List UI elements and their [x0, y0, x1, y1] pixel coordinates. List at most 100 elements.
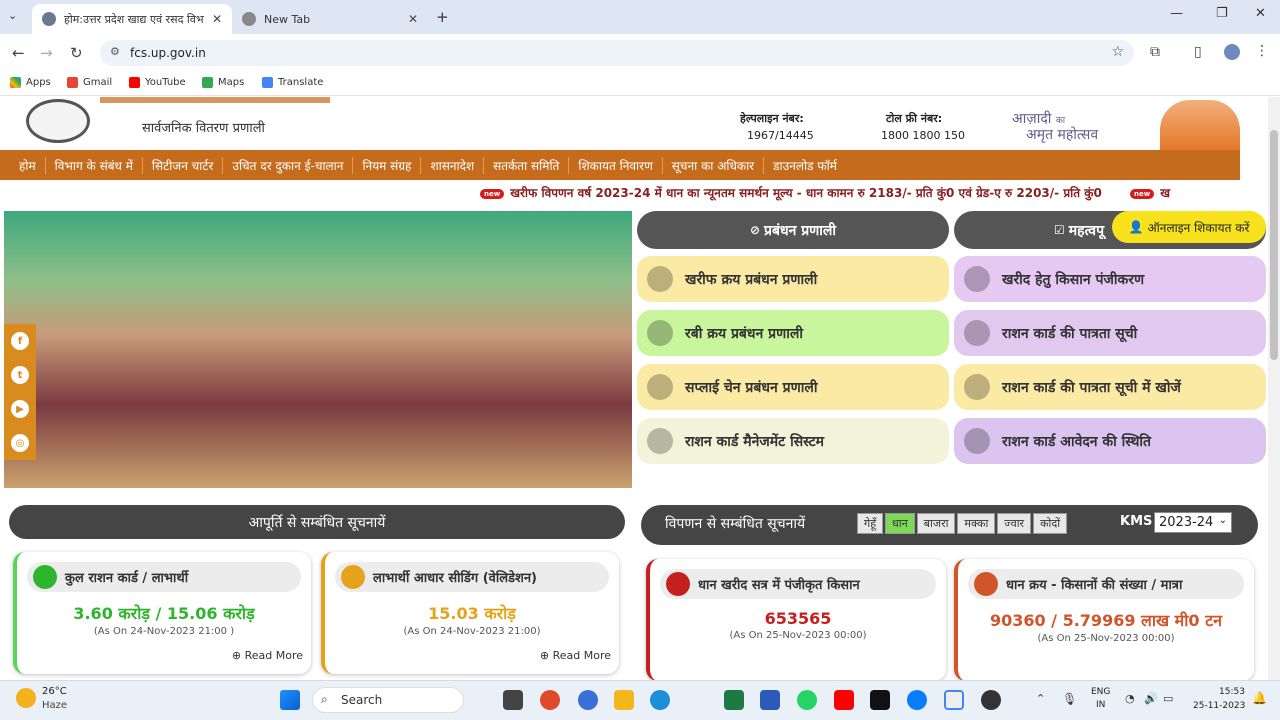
news-ticker[interactable]: new खरीफ विपणन वर्ष 2023-24 में धान का न्…	[480, 184, 1268, 204]
extensions-icon[interactable]: ⧉	[1150, 44, 1160, 60]
important-item[interactable]: राशन कार्ड की पात्रता सूची में खोजें	[954, 364, 1266, 410]
close-window-icon[interactable]: ✕	[1255, 6, 1266, 21]
management-item[interactable]: राशन कार्ड मैनेजमेंट सिस्टम	[637, 418, 949, 464]
bookmark-translate[interactable]: Translate	[262, 77, 323, 88]
mic-icon[interactable]: 🎙	[1062, 692, 1077, 706]
tollfree-label: टोल फ्री नंबर:	[886, 112, 943, 125]
scrollbar-thumb[interactable]	[1270, 130, 1278, 360]
tab-active[interactable]: होम:उत्तर प्रदेश खाद्य एवं रसद विभा ✕	[32, 4, 232, 34]
crop-tab[interactable]: कोदों	[1033, 513, 1068, 534]
menu-kebab-icon[interactable]: ⋮	[1255, 43, 1269, 59]
task-view-icon[interactable]	[503, 690, 523, 710]
tab-search-icon[interactable]: ⌄	[8, 9, 17, 22]
crop-tab[interactable]: मक्का	[957, 513, 996, 534]
edge-icon[interactable]	[650, 690, 670, 710]
whatsapp-icon[interactable]	[797, 690, 817, 710]
start-icon[interactable]	[280, 690, 300, 710]
important-item[interactable]: राशन कार्ड की पात्रता सूची	[954, 310, 1266, 356]
back-icon[interactable]: ←	[12, 44, 25, 62]
nav-item[interactable]: सिटीजन चार्टर	[143, 156, 224, 174]
read-more-link[interactable]: ⊕ Read More	[232, 649, 303, 662]
card-value: 15.03 करोड़	[428, 604, 516, 623]
title-clipped	[100, 97, 330, 103]
bookmark-youtube[interactable]: YouTube	[129, 77, 186, 88]
excel-icon[interactable]	[724, 690, 744, 710]
site-info-icon[interactable]: ⚙	[110, 45, 120, 58]
address-bar[interactable]: ⚙ fcs.up.gov.in ☆	[100, 40, 1134, 66]
bookmark-maps[interactable]: Maps	[202, 77, 244, 88]
facebook-link[interactable]: f	[4, 324, 36, 358]
taskbar-search[interactable]: ⌕ Search	[312, 687, 464, 713]
restore-icon[interactable]: ❐	[1216, 6, 1228, 21]
crop-tab[interactable]: धान	[885, 513, 915, 534]
marketing-heading: विपणन से सम्बंधित सूचनायें	[665, 516, 806, 532]
wifi-icon[interactable]: ◔	[1125, 692, 1135, 705]
crop-tab[interactable]: बाजरा	[916, 513, 956, 534]
nav-item[interactable]: शासनादेश	[421, 156, 485, 174]
up-emblem-logo[interactable]	[26, 99, 90, 143]
forward-icon[interactable]: →	[40, 44, 53, 62]
word-icon[interactable]	[760, 690, 780, 710]
card-asof: (As On 25-Nov-2023 00:00)	[729, 630, 867, 641]
crop-tab[interactable]: ज्वार	[997, 513, 1032, 534]
online-complaint-button[interactable]: 👤 ऑनलाइन शिकायत करें	[1112, 211, 1266, 243]
nav-item[interactable]: सूचना का अधिकार	[663, 156, 765, 174]
youtube-link[interactable]: ▶	[4, 392, 36, 426]
nav-item[interactable]: होम	[10, 156, 46, 174]
important-item[interactable]: खरीद हेतु किसान पंजीकरण	[954, 256, 1266, 302]
google-icon[interactable]	[944, 690, 964, 710]
management-item[interactable]: रबी क्रय प्रबंधन प्रणाली	[637, 310, 949, 356]
weather-desc: Haze	[42, 700, 68, 711]
file-explorer-icon[interactable]	[614, 690, 634, 710]
check-circle-icon: ⊘	[749, 223, 760, 237]
recorder-icon[interactable]	[981, 690, 1001, 710]
nav-item[interactable]: डाउनलोड फॉर्म	[764, 157, 846, 174]
nav-item[interactable]: सतर्कता समिति	[484, 156, 570, 174]
youtube-app-icon[interactable]	[834, 690, 854, 710]
profile-avatar[interactable]	[1224, 44, 1240, 60]
chrome-icon[interactable]	[540, 690, 560, 710]
bookmark-apps[interactable]: Apps	[10, 77, 51, 88]
instagram-link[interactable]: ◎	[4, 426, 36, 460]
important-item[interactable]: राशन कार्ड आवेदन की स्थिति	[954, 418, 1266, 464]
tab-title: होम:उत्तर प्रदेश खाद्य एवं रसद विभा	[64, 12, 204, 26]
management-item[interactable]: खरीफ क्रय प्रबंधन प्रणाली	[637, 256, 949, 302]
card-header: धान खरीद सत्र में पंजीकृत किसान	[660, 569, 936, 599]
minimize-icon[interactable]: —	[1170, 6, 1183, 21]
clock-time[interactable]: 15:53	[1219, 687, 1245, 697]
lang-primary[interactable]: ENG	[1091, 687, 1110, 697]
supply-heading: आपूर्ति से सम्बंधित सूचनायें	[9, 505, 625, 539]
nav-item[interactable]: शिकायत निवारण	[569, 156, 663, 174]
read-more-link[interactable]: ⊕ Read More	[540, 649, 611, 662]
x-twitter-icon[interactable]	[870, 690, 890, 710]
volume-icon[interactable]: 🔊	[1144, 692, 1158, 705]
meta-icon[interactable]	[907, 690, 927, 710]
tab-close-icon[interactable]: ✕	[212, 12, 222, 26]
battery-icon[interactable]: ▭	[1163, 692, 1173, 705]
side-panel-icon[interactable]: ▯	[1194, 44, 1202, 60]
management-item[interactable]: सप्लाई चेन प्रबंधन प्रणाली	[637, 364, 949, 410]
bookmarks-bar	[0, 72, 1280, 96]
nav-item[interactable]: उचित दर दुकान ई-चालान	[223, 156, 354, 174]
weather-haze-icon[interactable]	[16, 688, 36, 708]
tab-new-tab[interactable]: New Tab ✕	[232, 4, 428, 34]
new-tab-plus-icon[interactable]: +	[436, 8, 449, 26]
bookmark-star-icon[interactable]: ☆	[1111, 44, 1124, 60]
important-item-icon	[964, 428, 990, 454]
clock-date[interactable]: 25-11-2023	[1193, 701, 1245, 711]
crop-tab[interactable]: गेहूँ	[857, 513, 884, 534]
management-item-icon	[647, 320, 673, 346]
reload-icon[interactable]: ↻	[70, 44, 83, 62]
bookmark-gmail[interactable]: Gmail	[67, 77, 112, 88]
app-blue-icon[interactable]	[578, 690, 598, 710]
card-asof: (As On 24-Nov-2023 21:00 )	[93, 626, 235, 637]
notification-bell-icon[interactable]: 🔔	[1252, 691, 1267, 705]
tab-close-icon[interactable]: ✕	[408, 12, 418, 26]
nav-item[interactable]: नियम संग्रह	[353, 156, 422, 174]
kms-year-select[interactable]: 2023-24 ⌄	[1154, 512, 1232, 533]
tray-chevron-icon[interactable]: ⌃	[1036, 692, 1045, 705]
management-item-label: खरीफ क्रय प्रबंधन प्रणाली	[685, 271, 818, 288]
nav-item[interactable]: विभाग के संबंध में	[46, 156, 143, 174]
twitter-link[interactable]: t	[4, 358, 36, 392]
lang-secondary[interactable]: IN	[1096, 700, 1105, 710]
